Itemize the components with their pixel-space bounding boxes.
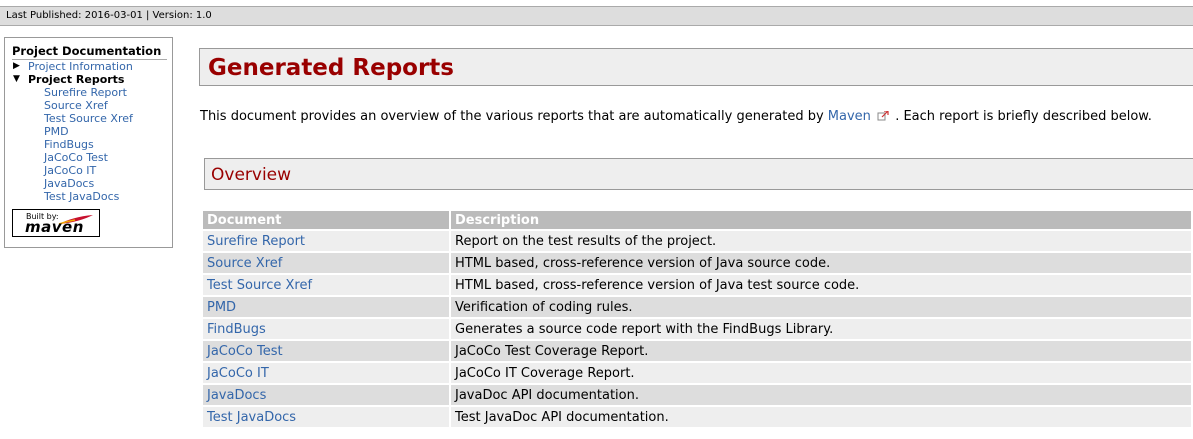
collapsed-arrow-icon: ▶ [13,61,20,71]
description-cell: Report on the test results of the projec… [450,229,1193,252]
document-cell: PMD [203,295,451,318]
nav-item-source-xref[interactable]: Source Xref [12,99,172,112]
table-row: JaCoCo Test JaCoCo Test Coverage Report. [203,339,1193,362]
document-cell: JaCoCo Test [203,339,451,362]
nav-link-jacoco-test[interactable]: JaCoCo Test [44,151,108,164]
document-cell: FindBugs [203,317,451,340]
nav-link-jacoco-it[interactable]: JaCoCo IT [44,164,96,177]
intro-text-after: . Each report is briefly described below… [891,109,1152,124]
description-cell: Test JavaDoc API documentation. [450,405,1193,427]
table-row: JaCoCo IT JaCoCo IT Coverage Report. [203,361,1193,384]
table-row: JavaDocs JavaDoc API documentation. [203,383,1193,406]
nav-item-project-reports[interactable]: ▼ Project Reports [12,73,172,86]
nav-item-javadocs[interactable]: JavaDocs [12,177,172,190]
page-title-box: Generated Reports [199,48,1193,86]
top-banner: Last Published: 2016-03-01 | Version: 1.… [0,6,1193,26]
document-link[interactable]: PMD [207,300,236,315]
header-description: Description [450,211,1193,230]
nav-link-source-xref[interactable]: Source Xref [44,99,108,112]
nav-link-findbugs[interactable]: FindBugs [44,138,94,151]
table-row: PMD Verification of coding rules. [203,295,1193,318]
document-cell: JavaDocs [203,383,451,406]
description-cell: Generates a source code report with the … [450,317,1193,340]
nav-item-pmd[interactable]: PMD [12,125,172,138]
overview-title: Overview [211,165,292,185]
nav-item-surefire-report[interactable]: Surefire Report [12,86,172,99]
nav-item-jacoco-test[interactable]: JaCoCo Test [12,151,172,164]
nav-link-pmd[interactable]: PMD [44,125,69,138]
document-link[interactable]: Source Xref [207,256,282,271]
external-link-icon [877,111,889,121]
description-cell: HTML based, cross-reference version of J… [450,251,1193,274]
nav-link-project-information[interactable]: Project Information [28,60,133,73]
nav-link-surefire-report[interactable]: Surefire Report [44,86,127,99]
nav-item-test-source-xref[interactable]: Test Source Xref [12,112,172,125]
maven-logo: maven [25,218,84,236]
nav-label-project-reports: Project Reports [28,73,125,86]
document-link[interactable]: Test JavaDocs [207,410,296,425]
description-cell: JaCoCo Test Coverage Report. [450,339,1193,362]
overview-section-header: Overview [204,158,1193,190]
table-row: Test Source Xref HTML based, cross-refer… [203,273,1193,296]
intro-paragraph: This document provides an overview of th… [200,108,1190,125]
nav-item-test-javadocs[interactable]: Test JavaDocs [12,190,172,203]
intro-text-before: This document provides an overview of th… [200,109,828,124]
nav-item-project-information[interactable]: ▶ Project Information [12,60,172,73]
description-cell: Verification of coding rules. [450,295,1193,318]
nav-link-test-source-xref[interactable]: Test Source Xref [44,112,133,125]
maven-external-link[interactable]: Maven [828,109,871,124]
document-cell: Surefire Report [203,229,451,252]
description-cell: HTML based, cross-reference version of J… [450,273,1193,296]
document-cell: Source Xref [203,251,451,274]
document-cell: JaCoCo IT [203,361,451,384]
table-row: Test JavaDocs Test JavaDoc API documenta… [203,405,1193,427]
nav-item-findbugs[interactable]: FindBugs [12,138,172,151]
page-title: Generated Reports [208,55,454,81]
nav-link-javadocs[interactable]: JavaDocs [44,177,94,190]
nav-menu: ▶ Project Information ▼ Project Reports … [12,60,172,203]
document-link[interactable]: JaCoCo Test [207,344,283,359]
description-cell: JaCoCo IT Coverage Report. [450,361,1193,384]
expanded-arrow-icon: ▼ [13,74,20,84]
description-cell: JavaDoc API documentation. [450,383,1193,406]
document-link[interactable]: FindBugs [207,322,266,337]
built-by-maven-badge[interactable]: Built by: maven [12,209,100,237]
document-link[interactable]: Test Source Xref [207,278,312,293]
table-header-row: Document Description [203,211,1193,230]
document-cell: Test Source Xref [203,273,451,296]
table-row: Surefire Report Report on the test resul… [203,229,1193,252]
nav-link-test-javadocs[interactable]: Test JavaDocs [44,190,119,203]
table-row: FindBugs Generates a source code report … [203,317,1193,340]
nav-item-jacoco-it[interactable]: JaCoCo IT [12,164,172,177]
reports-table: Document Description Surefire Report Rep… [203,211,1193,427]
document-link[interactable]: JaCoCo IT [207,366,269,381]
document-link[interactable]: Surefire Report [207,234,305,249]
document-link[interactable]: JavaDocs [207,388,266,403]
table-row: Source Xref HTML based, cross-reference … [203,251,1193,274]
header-document: Document [203,211,451,230]
publish-info: Last Published: 2016-03-01 | Version: 1.… [6,10,212,21]
nav-section-title: Project Documentation [12,45,167,60]
document-cell: Test JavaDocs [203,405,451,427]
left-navigation: Project Documentation ▶ Project Informat… [4,37,173,248]
